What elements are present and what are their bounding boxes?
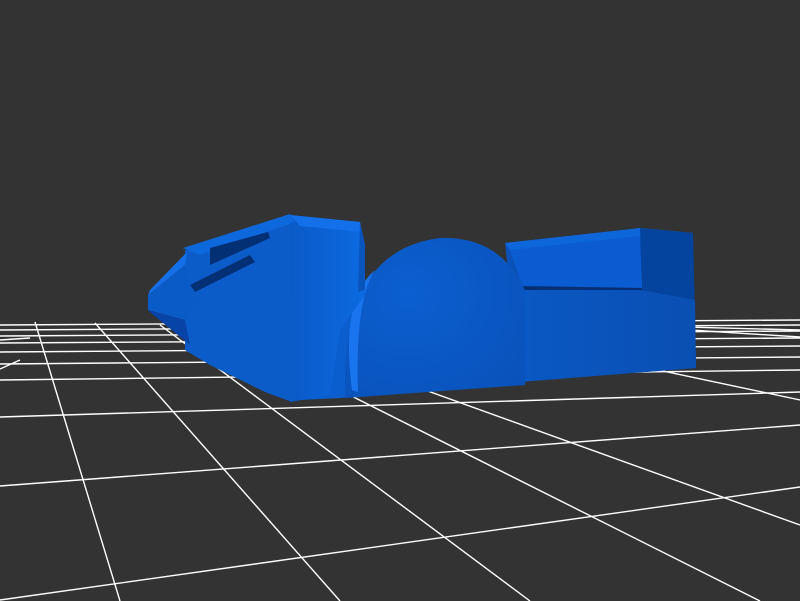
model-dome [345,237,525,398]
3d-viewport[interactable] [0,0,800,601]
scene-canvas[interactable] [0,0,800,601]
3d-model[interactable] [148,214,696,402]
